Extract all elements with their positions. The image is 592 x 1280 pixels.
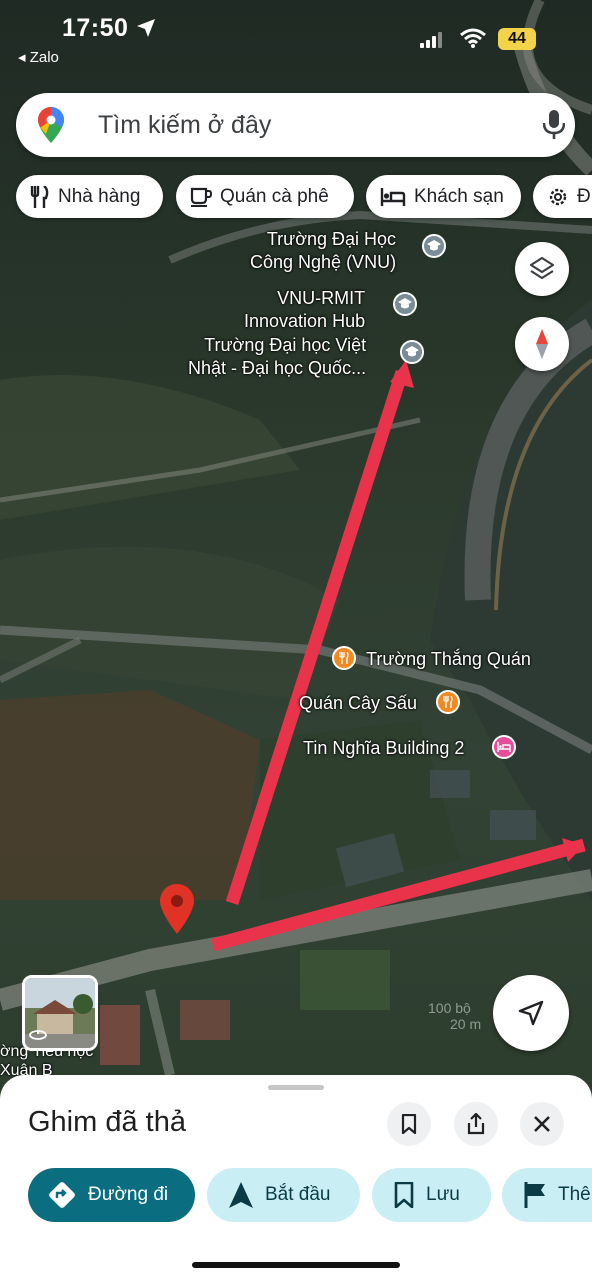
- place-label-uet[interactable]: Trường Đại Học Công Nghệ (VNU): [250, 228, 396, 274]
- location-services-icon: [136, 18, 156, 43]
- directions-label: Đường đi: [88, 1184, 169, 1205]
- scale-feet: 100 bộ: [428, 1000, 471, 1016]
- home-indicator[interactable]: [192, 1262, 400, 1268]
- sheet-title: Ghim đã thả: [28, 1106, 186, 1138]
- school-icon[interactable]: [400, 340, 424, 364]
- share-icon: [467, 1113, 485, 1135]
- battery-indicator: 44: [498, 28, 536, 50]
- place-name-line1: VNU-RMIT: [277, 288, 366, 308]
- place-name-line2: Nhật - Đại học Quốc...: [188, 358, 367, 378]
- directions-icon: [48, 1181, 76, 1209]
- cellular-signal-icon: [420, 32, 444, 53]
- dropped-pin-icon[interactable]: [160, 884, 194, 939]
- school-icon[interactable]: [393, 292, 417, 316]
- close-button[interactable]: [520, 1102, 564, 1146]
- place-name-line2: Innovation Hub: [244, 311, 366, 331]
- gear-icon: [547, 186, 569, 208]
- chip-label: Đ: [577, 185, 591, 207]
- back-to-app-link[interactable]: ◂ Zalo: [18, 48, 59, 66]
- place-name-line2: Công Nghệ (VNU): [250, 252, 397, 272]
- wifi-icon: [460, 28, 486, 53]
- search-input[interactable]: Tìm kiếm ở đây: [98, 111, 271, 140]
- place-name-line1: Trường Đại Học: [266, 229, 397, 249]
- share-button[interactable]: [454, 1102, 498, 1146]
- coffee-cup-icon: [190, 187, 212, 207]
- search-bar[interactable]: Tìm kiếm ở đây: [16, 93, 575, 157]
- compass-button[interactable]: [515, 317, 569, 371]
- hotel-icon[interactable]: [492, 735, 516, 759]
- add-label-button[interactable]: Thê: [502, 1168, 592, 1222]
- directions-button[interactable]: Đường đi: [28, 1168, 195, 1222]
- place-name-line1: Trường Đại học Việt: [204, 335, 367, 355]
- scale-meters: 20 m: [450, 1016, 482, 1032]
- clock: 17:50: [62, 14, 129, 42]
- chip-label: Nhà hàng: [58, 185, 141, 207]
- place-label-vju[interactable]: Trường Đại học Việt Nhật - Đại học Quốc.…: [188, 334, 366, 380]
- place-label-quan-cay-sau[interactable]: Quán Cây Sấu: [299, 692, 417, 715]
- start-button[interactable]: Bắt đầu: [207, 1168, 360, 1222]
- chip-cafes[interactable]: Quán cà phê: [176, 175, 354, 218]
- google-maps-pin-icon: [38, 107, 64, 148]
- chip-restaurants[interactable]: Nhà hàng: [16, 175, 163, 218]
- flag-icon: [524, 1182, 546, 1208]
- my-location-button[interactable]: [493, 975, 569, 1051]
- restaurant-icon[interactable]: [436, 690, 460, 714]
- close-icon: [534, 1116, 550, 1132]
- school-icon[interactable]: [422, 234, 446, 258]
- add-label-label: Thê: [558, 1184, 591, 1205]
- chip-hotels[interactable]: Khách sạn: [366, 175, 521, 218]
- sheet-drag-handle[interactable]: [268, 1085, 324, 1090]
- bookmark-icon: [394, 1182, 414, 1208]
- chip-more[interactable]: Đ: [533, 175, 592, 218]
- utensils-icon: [30, 185, 50, 208]
- layers-icon: [529, 256, 555, 280]
- save-button[interactable]: Lưu: [372, 1168, 491, 1222]
- place-label-vnu-rmit[interactable]: VNU-RMIT Innovation Hub: [244, 287, 365, 333]
- navigation-arrow-icon: [518, 1000, 544, 1026]
- map-scale: 100 bộ 20 m: [428, 1000, 481, 1032]
- layers-button[interactable]: [515, 242, 569, 296]
- save-place-button[interactable]: [387, 1102, 431, 1146]
- compass-icon: [536, 329, 548, 359]
- start-label: Bắt đầu: [265, 1184, 331, 1205]
- street-view-360-icon: [29, 1028, 47, 1047]
- restaurant-icon[interactable]: [332, 646, 356, 670]
- bookmark-icon: [401, 1114, 417, 1134]
- bed-icon: [380, 187, 406, 206]
- place-label-tin-nghia[interactable]: Tin Nghĩa Building 2: [303, 737, 464, 760]
- microphone-icon[interactable]: [542, 110, 566, 145]
- chip-label: Quán cà phê: [220, 185, 329, 207]
- status-bar: 17:50 ◂ Zalo 44: [0, 0, 592, 70]
- chip-label: Khách sạn: [414, 185, 504, 207]
- save-label: Lưu: [426, 1184, 460, 1205]
- navigation-arrow-icon: [229, 1182, 253, 1208]
- place-label-truong-thang-quan[interactable]: Trường Thắng Quán: [366, 648, 531, 671]
- street-view-thumbnail[interactable]: [22, 975, 98, 1051]
